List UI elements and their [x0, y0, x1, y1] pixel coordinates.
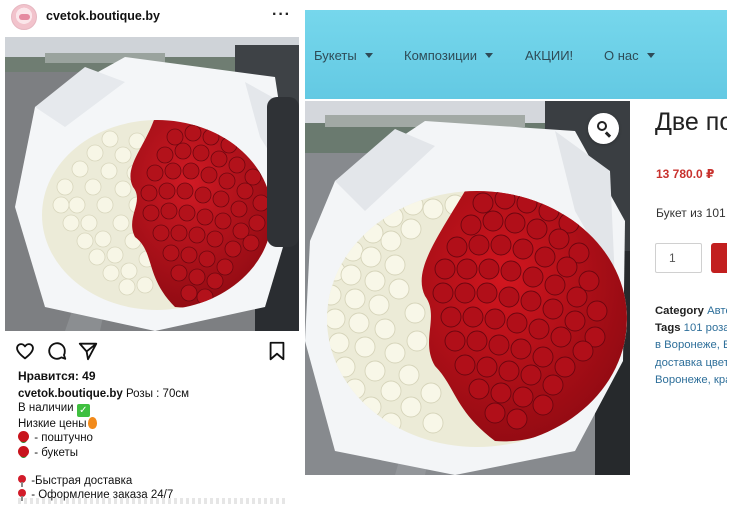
- post-username[interactable]: cvetok.boutique.by: [46, 9, 160, 23]
- heart-icon[interactable]: [14, 340, 36, 362]
- product-image[interactable]: [305, 101, 630, 475]
- search-icon-handle: [605, 131, 612, 138]
- check-emoji-icon: ✓: [76, 404, 90, 418]
- shop-product-page: Букеты Композиции АКЦИИ! О нас Две по 13…: [305, 10, 727, 505]
- product-meta: Category Авто Tags 101 роза в Воронеже, …: [655, 303, 727, 389]
- search-icon: [597, 121, 607, 131]
- caption-delivery: -Быстрая доставка: [28, 474, 133, 487]
- instagram-post: cvetok.boutique.by ··· Нравится: 49 cvet…: [0, 0, 302, 505]
- nav-label: Композиции: [404, 48, 478, 63]
- nav-label: Букеты: [314, 48, 357, 63]
- tag-link[interactable]: 101 роза: [681, 322, 727, 334]
- nav-item-compositions[interactable]: Композиции: [404, 48, 494, 63]
- category-link[interactable]: Авто: [704, 305, 727, 317]
- tag-link[interactable]: в Воронеже, Е: [655, 339, 727, 351]
- add-to-cart-button[interactable]: [711, 243, 727, 273]
- comment-icon[interactable]: [46, 340, 68, 362]
- caption-in-stock: В наличии: [18, 402, 74, 415]
- nav-label: О нас: [604, 48, 639, 63]
- cut-off-text: [18, 498, 288, 504]
- chevron-down-icon: [646, 53, 655, 58]
- caption-per-piece: - поштучно: [31, 432, 93, 445]
- nav-label: АКЦИИ!: [525, 48, 574, 63]
- caption-text: Розы : 70см: [122, 388, 189, 400]
- more-options-icon[interactable]: ···: [272, 6, 291, 24]
- bookmark-icon[interactable]: [266, 340, 288, 362]
- nav-item-about[interactable]: О нас: [604, 48, 655, 63]
- pin-emoji-icon: [18, 489, 26, 502]
- fire-emoji-icon: [87, 417, 97, 430]
- product-description: Букет из 101: [656, 206, 726, 220]
- top-navigation: Букеты Композиции АКЦИИ! О нас: [305, 10, 727, 99]
- caption-username[interactable]: cvetok.boutique.by: [18, 388, 123, 400]
- likes-count[interactable]: Нравится: 49: [18, 369, 96, 383]
- caption-low-prices: Низкие цены: [18, 418, 87, 431]
- tag-link[interactable]: доставка цвет: [655, 357, 727, 369]
- post-caption: cvetok.boutique.by Розы : 70см В наличии…: [18, 387, 298, 502]
- post-actions: [0, 336, 302, 366]
- tags-label: Tags: [655, 322, 681, 335]
- post-photo[interactable]: [5, 37, 299, 331]
- share-icon[interactable]: [77, 340, 99, 362]
- product-price: 13 780.0 ₽: [656, 167, 715, 181]
- category-label: Category: [655, 305, 704, 317]
- nav-item-promotions[interactable]: АКЦИИ!: [525, 48, 573, 63]
- zoom-button[interactable]: [588, 113, 619, 144]
- pin-emoji-icon: [18, 474, 26, 487]
- nav-item-bouquets[interactable]: Букеты: [314, 48, 373, 63]
- caption-bouquets: - букеты: [31, 446, 79, 459]
- post-header: cvetok.boutique.by ···: [0, 0, 302, 34]
- product-title: Две по: [655, 108, 727, 136]
- chevron-down-icon: [485, 53, 494, 58]
- quantity-input[interactable]: 1: [655, 243, 702, 273]
- tag-link[interactable]: Воронеже, кра: [655, 374, 727, 386]
- avatar[interactable]: [11, 4, 37, 30]
- chevron-down-icon: [364, 53, 373, 58]
- rose-emoji-icon: [18, 431, 29, 443]
- rose-emoji-icon: [18, 445, 29, 457]
